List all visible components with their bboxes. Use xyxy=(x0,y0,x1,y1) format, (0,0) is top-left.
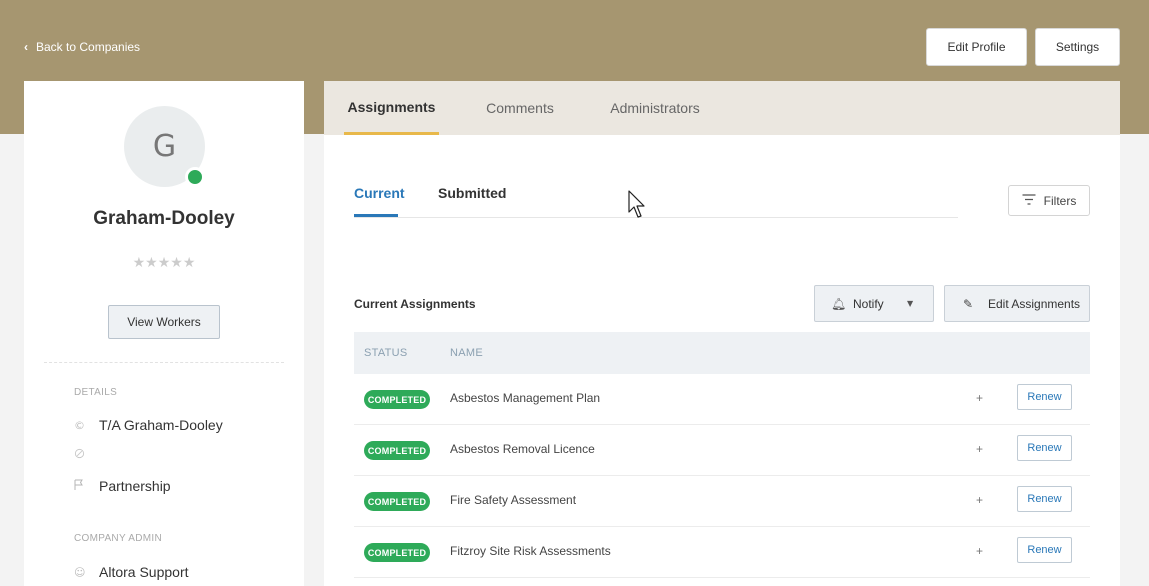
business-type-row: Partnership xyxy=(74,478,171,494)
status-badge: COMPLETED xyxy=(364,441,430,460)
status-badge: COMPLETED xyxy=(364,543,430,562)
subtab-divider xyxy=(354,217,958,218)
online-status-indicator xyxy=(185,167,205,187)
edit-assignments-label: Edit Assignments xyxy=(988,296,1081,311)
edit-profile-button[interactable]: Edit Profile xyxy=(926,28,1027,66)
renew-button[interactable]: Renew xyxy=(1017,384,1072,410)
star-rating[interactable]: ★★★★★ xyxy=(24,255,304,271)
company-admin-section-label: COMPANY ADMIN xyxy=(74,533,162,544)
filters-button[interactable]: Filters xyxy=(1008,185,1090,216)
copyright-icon: © xyxy=(74,418,85,432)
view-workers-button[interactable]: View Workers xyxy=(108,305,220,339)
assignment-name[interactable]: Asbestos Management Plan xyxy=(450,391,600,405)
assignments-table-header: STATUS NAME xyxy=(354,332,1090,374)
website-row xyxy=(74,448,99,462)
main-panel: Assignments Comments Administrators Curr… xyxy=(324,81,1120,586)
status-badge: COMPLETED xyxy=(364,390,430,409)
details-section-label: DETAILS xyxy=(74,387,118,398)
assignment-name[interactable]: Asbestos Removal Licence xyxy=(450,442,595,456)
table-row: COMPLETED Fire Safety Assessment + Renew xyxy=(354,476,1090,527)
assignment-name[interactable]: Fire Safety Assessment xyxy=(450,493,576,507)
tab-administrators[interactable]: Administrators xyxy=(600,81,710,135)
renew-button[interactable]: Renew xyxy=(1017,486,1072,512)
subtab-active-indicator xyxy=(354,214,398,217)
back-to-companies-link[interactable]: ‹ Back to Companies xyxy=(24,40,140,54)
admin-name[interactable]: Altora Support xyxy=(99,564,189,580)
profile-card: G Graham-Dooley ★★★★★ View Workers DETAI… xyxy=(24,81,304,586)
bell-icon: 🔔︎ xyxy=(831,296,847,311)
trading-as-text: T/A Graham-Dooley xyxy=(99,417,223,433)
edit-assignments-button[interactable]: ✎ Edit Assignments xyxy=(944,285,1090,322)
mouse-pointer-icon xyxy=(628,190,645,218)
pencil-icon: ✎ xyxy=(963,296,974,311)
table-row: COMPLETED Asbestos Removal Licence + Ren… xyxy=(354,425,1090,476)
flag-icon xyxy=(74,479,99,494)
filters-label: Filters xyxy=(1043,193,1077,208)
expand-plus-icon[interactable]: + xyxy=(976,391,983,405)
chevron-left-icon: ‹ xyxy=(24,40,28,54)
admin-row: ☺ Altora Support xyxy=(74,564,189,580)
column-header-name: NAME xyxy=(450,347,483,359)
caret-down-icon: ▼ xyxy=(907,299,914,308)
subtab-current[interactable]: Current xyxy=(354,185,405,201)
trading-as-row: © T/A Graham-Dooley xyxy=(74,417,223,433)
expand-plus-icon[interactable]: + xyxy=(976,493,983,507)
user-icon: ☺ xyxy=(74,565,86,579)
filter-icon xyxy=(1022,193,1036,208)
subtab-submitted[interactable]: Submitted xyxy=(438,185,506,201)
assignment-name[interactable]: Fitzroy Site Risk Assessments xyxy=(450,544,611,558)
back-link-label: Back to Companies xyxy=(36,40,141,54)
column-header-status: STATUS xyxy=(364,347,408,359)
tab-assignments[interactable]: Assignments xyxy=(344,81,439,135)
tab-bar: Assignments Comments Administrators xyxy=(324,81,1120,135)
tab-comments[interactable]: Comments xyxy=(474,81,566,135)
table-row: COMPLETED Fitzroy Site Risk Assessments … xyxy=(354,527,1090,578)
current-assignments-title: Current Assignments xyxy=(354,297,476,311)
renew-button[interactable]: Renew xyxy=(1017,435,1072,461)
settings-button[interactable]: Settings xyxy=(1035,28,1120,66)
status-badge: COMPLETED xyxy=(364,492,430,511)
expand-plus-icon[interactable]: + xyxy=(976,442,983,456)
notify-label: Notify xyxy=(853,296,884,311)
divider xyxy=(44,362,284,363)
expand-plus-icon[interactable]: + xyxy=(976,544,983,558)
company-name: Graham-Dooley xyxy=(93,208,235,229)
renew-button[interactable]: Renew xyxy=(1017,537,1072,563)
table-row: COMPLETED Asbestos Management Plan + Ren… xyxy=(354,374,1090,425)
link-icon xyxy=(74,448,99,462)
notify-dropdown-button[interactable]: 🔔︎ Notify ▼ xyxy=(814,285,934,322)
business-type-text: Partnership xyxy=(99,478,171,494)
